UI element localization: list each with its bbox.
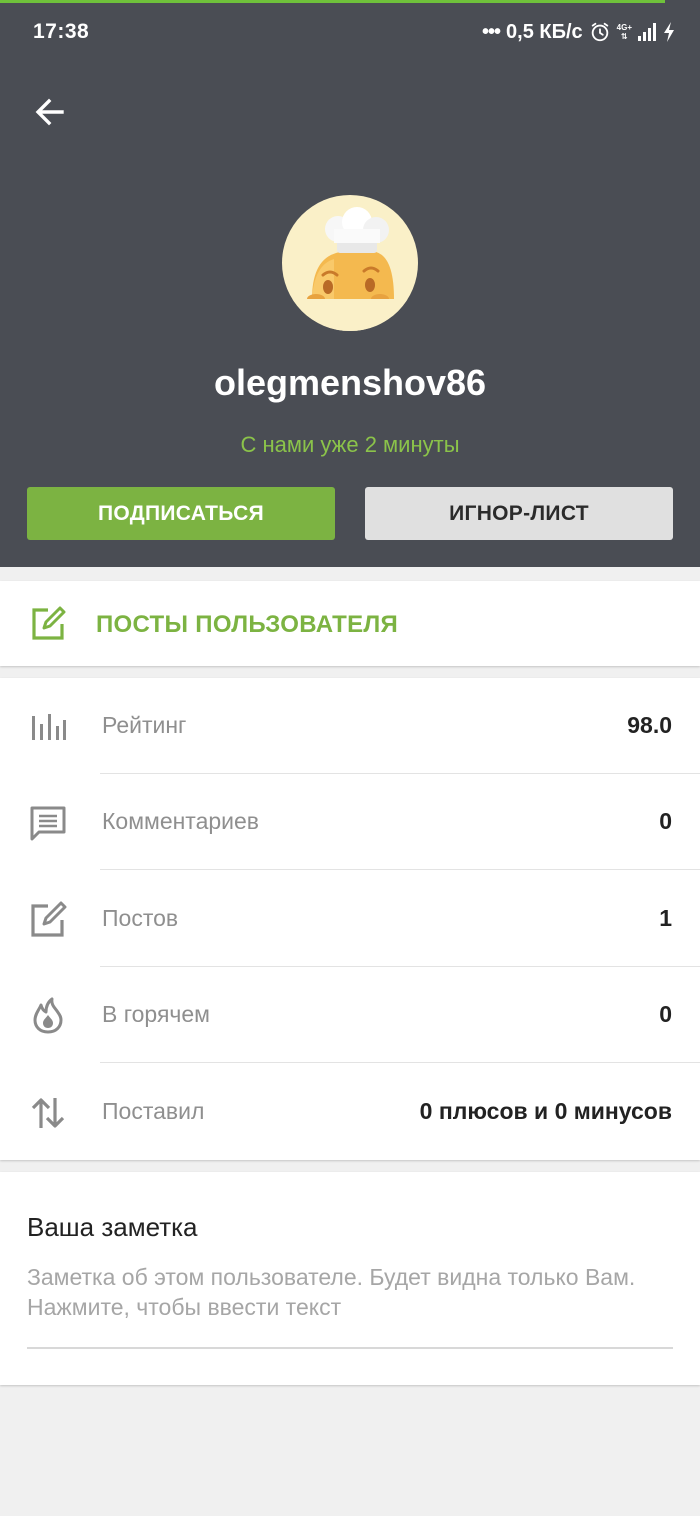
edit-icon <box>31 901 67 937</box>
status-right: ••• 0,5 КБ/с 4G+ ⇅ <box>482 18 676 46</box>
more-dots-icon: ••• <box>482 20 501 43</box>
stat-value: 1 <box>659 905 672 931</box>
stat-row-rating: Рейтинг 98.0 <box>0 678 700 774</box>
bar-chart-icon <box>32 714 66 740</box>
network-speed: 0,5 КБ/с <box>506 20 583 43</box>
stat-row-posts: Постов 1 <box>0 871 700 967</box>
stats-card: Рейтинг 98.0 Комментариев 0 Постов 1 В г… <box>0 678 700 1160</box>
stat-row-comments: Комментариев 0 <box>0 774 700 870</box>
divider <box>100 1062 700 1063</box>
divider <box>100 869 700 870</box>
comment-icon <box>30 806 66 841</box>
note-input-underline <box>27 1347 673 1349</box>
charging-icon <box>664 22 674 42</box>
stat-label: Рейтинг <box>102 712 187 738</box>
stat-value: 0 плюсов и 0 минусов <box>419 1098 672 1124</box>
network-type: 4G+ ⇅ <box>616 23 632 41</box>
profile-header: 17:38 ••• 0,5 КБ/с 4G+ ⇅ olegmenshov86 С… <box>0 0 700 567</box>
stat-row-votes: Поставил 0 плюсов и 0 минусов <box>0 1064 700 1160</box>
up-down-arrows-icon <box>31 1098 65 1128</box>
stat-value: 98.0 <box>627 712 672 738</box>
member-since: С нами уже 2 минуты <box>240 432 460 457</box>
ignore-list-button[interactable]: ИГНОР-ЛИСТ <box>365 487 673 540</box>
stat-label: В горячем <box>102 1001 210 1027</box>
subscribe-button[interactable]: ПОДПИСАТЬСЯ <box>27 487 335 540</box>
avatar[interactable] <box>282 195 418 331</box>
note-title: Ваша заметка <box>27 1212 198 1242</box>
signal-icon <box>638 23 656 41</box>
stat-label: Поставил <box>102 1098 205 1124</box>
flame-icon <box>33 997 63 1034</box>
status-bar: 17:38 ••• 0,5 КБ/с 4G+ ⇅ <box>0 0 700 62</box>
stat-value: 0 <box>659 808 672 834</box>
alarm-icon <box>591 22 608 42</box>
username: olegmenshov86 <box>213 362 487 403</box>
stat-row-hot: В горячем 0 <box>0 967 700 1063</box>
edit-icon <box>32 606 66 640</box>
note-input[interactable]: Заметка об этом пользователе. Будет видн… <box>27 1262 677 1322</box>
stat-value: 0 <box>659 1001 672 1027</box>
stat-label: Постов <box>102 905 179 931</box>
chef-avatar-icon <box>282 207 418 331</box>
back-arrow-icon[interactable] <box>30 92 70 132</box>
stat-label: Комментариев <box>102 808 260 834</box>
status-time: 17:38 <box>33 20 90 43</box>
user-posts-label: ПОСТЫ ПОЛЬЗОВАТЕЛЯ <box>96 611 399 638</box>
